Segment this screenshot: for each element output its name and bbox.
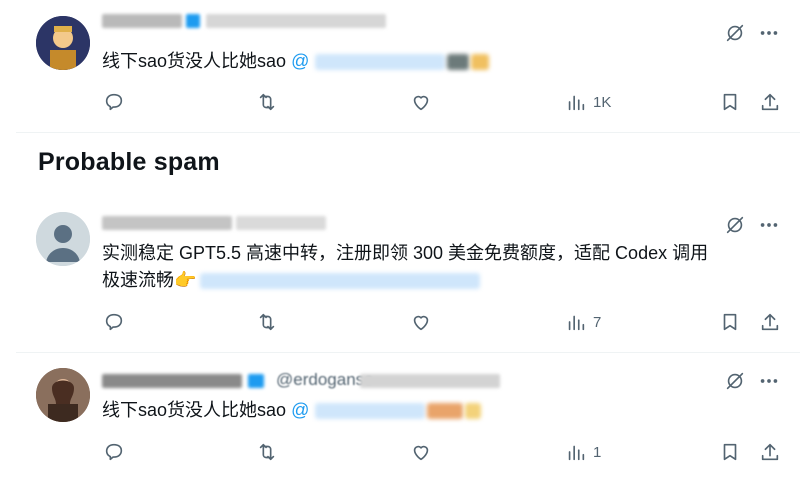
bookmark-icon[interactable] — [718, 310, 742, 334]
link-redacted[interactable] — [200, 273, 481, 290]
more-icon[interactable] — [756, 212, 782, 238]
avatar-image — [36, 368, 90, 422]
reply-icon[interactable] — [102, 90, 126, 114]
tweet-body: 极速流畅 — [102, 270, 174, 290]
author-name-redacted[interactable] — [102, 216, 232, 230]
verified-badge — [248, 374, 264, 388]
share-icon[interactable] — [758, 440, 782, 464]
section-heading: Probable spam — [38, 148, 220, 176]
default-avatar-icon — [36, 212, 90, 266]
author-handle-redacted[interactable] — [236, 216, 326, 230]
like-icon[interactable] — [409, 310, 433, 334]
reply-icon[interactable] — [102, 440, 126, 464]
views-icon[interactable] — [564, 310, 588, 334]
author-handle[interactable]: @erdoganse — [276, 370, 374, 390]
views-icon[interactable] — [564, 440, 588, 464]
tweet-body: 线下sao货没人比她sao — [102, 51, 287, 71]
grok-icon[interactable] — [722, 212, 748, 238]
views-count: 1K — [593, 94, 612, 111]
author-name-redacted[interactable] — [102, 374, 242, 388]
tweet-text: 线下sao货没人比她sao @ — [102, 48, 490, 75]
avatar[interactable] — [36, 368, 90, 422]
grok-icon[interactable] — [722, 368, 748, 394]
more-icon[interactable] — [756, 368, 782, 394]
like-icon[interactable] — [409, 90, 433, 114]
retweet-icon[interactable] — [255, 90, 279, 114]
views-icon[interactable] — [564, 90, 588, 114]
mention-link[interactable]: @ — [291, 51, 490, 71]
tweet-text-line-2: 极速流畅👉 — [102, 267, 481, 294]
share-icon[interactable] — [758, 90, 782, 114]
bookmark-icon[interactable] — [718, 90, 742, 114]
tweet-1[interactable]: 线下sao货没人比她sao @ 1K — [0, 0, 800, 132]
author-handle-redacted[interactable] — [206, 14, 386, 28]
retweet-icon[interactable] — [255, 440, 279, 464]
author-name-redacted[interactable] — [102, 14, 182, 28]
avatar-image — [36, 16, 90, 70]
pointing-emoji: 👉 — [174, 270, 197, 290]
like-icon[interactable] — [409, 440, 433, 464]
tweet-text: 线下sao货没人比她sao @ — [102, 397, 482, 424]
mention-link[interactable]: @ — [291, 400, 482, 420]
author-handle-redacted[interactable] — [360, 374, 500, 388]
tweet-body: 线下sao货没人比她sao — [102, 400, 287, 420]
verified-badge — [186, 14, 200, 28]
share-icon[interactable] — [758, 310, 782, 334]
retweet-icon[interactable] — [255, 310, 279, 334]
more-icon[interactable] — [756, 20, 782, 46]
avatar[interactable] — [36, 212, 90, 266]
divider — [16, 132, 800, 133]
tweet-text-line-1: 实测稳定 GPT5.5 高速中转，注册即领 300 美金免费额度，适配 Code… — [102, 243, 709, 263]
views-count: 7 — [593, 314, 602, 331]
tweet-2[interactable]: 实测稳定 GPT5.5 高速中转，注册即领 300 美金免费额度，适配 Code… — [0, 198, 800, 350]
reply-icon[interactable] — [102, 310, 126, 334]
bookmark-icon[interactable] — [718, 440, 742, 464]
avatar[interactable] — [36, 16, 90, 70]
tweet-3[interactable]: @erdoganse 线下sao货没人比她sao @ 1 — [0, 352, 800, 480]
grok-icon[interactable] — [722, 20, 748, 46]
views-count: 1 — [593, 444, 602, 461]
